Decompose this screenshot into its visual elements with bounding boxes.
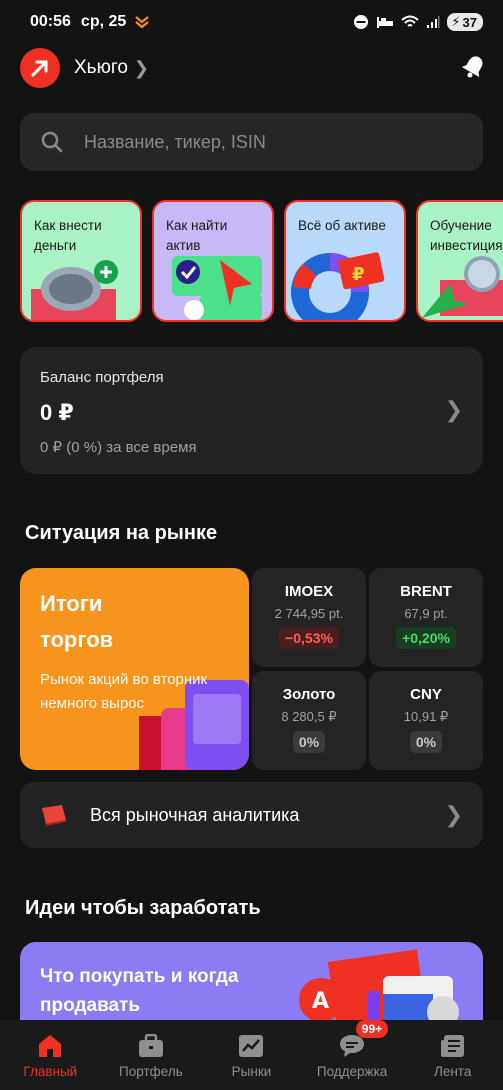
nav-label: Лента xyxy=(433,1064,472,1079)
ticker-value: 10,91 ₽ xyxy=(403,709,449,724)
support-badge: 99+ xyxy=(355,1020,389,1038)
nav-support[interactable]: 99+ Поддержка xyxy=(302,1020,403,1090)
dnd-icon xyxy=(354,15,369,29)
ticker-tile-gold[interactable]: Золото 8 280,5 ₽ 0% xyxy=(252,671,366,770)
story-label: Обучение инвестиция xyxy=(430,218,503,253)
balance-change: 0 ₽ (0 %) за все время xyxy=(40,439,197,456)
ruble-donut-illustration: ₽ xyxy=(291,252,385,320)
battery-charging-icon: ⚡ xyxy=(451,14,461,29)
briefcase-icon xyxy=(138,1034,163,1057)
ticker-value: 8 280,5 ₽ xyxy=(281,709,337,724)
wifi-icon xyxy=(401,15,420,27)
story-how-to-deposit[interactable]: Как внести деньги xyxy=(20,200,142,322)
sleep-icon xyxy=(377,17,394,28)
ticker-name: IMOEX xyxy=(284,583,334,600)
ticker-change: −0,53% xyxy=(279,627,339,649)
nav-label: Портфель xyxy=(119,1064,183,1079)
balance-title: Баланс портфеля xyxy=(40,369,164,386)
ticker-tile-imoex[interactable]: IMOEX 2 744,95 pt. −0,53% xyxy=(252,568,366,667)
story-label: Как найти актив xyxy=(166,218,228,253)
svg-text:A: A xyxy=(312,989,329,1014)
ticker-name: CNY xyxy=(410,686,442,703)
ticker-tile-cny[interactable]: CNY 10,91 ₽ 0% xyxy=(369,671,483,770)
bottom-navigation: Главный Портфель Рынки 99+ Поддержка Лен… xyxy=(0,1020,503,1090)
stories-carousel: Как внести деньги Как найти актив Всё об… xyxy=(20,200,503,324)
market-analytics-link[interactable]: Вся рыночная аналитика ❯ xyxy=(20,782,483,848)
piggy-bank-illustration xyxy=(31,260,118,320)
chat-icon xyxy=(340,1035,365,1057)
battery-level: 37 xyxy=(462,14,477,30)
ticker-value: 2 744,95 pt. xyxy=(274,606,344,621)
profile-logo[interactable] xyxy=(20,48,60,88)
notification-icon xyxy=(135,16,150,29)
story-how-to-find-asset[interactable]: Как найти актив xyxy=(152,200,274,322)
search-icon xyxy=(41,131,63,153)
notifications-button[interactable] xyxy=(461,53,487,84)
battery-indicator: ⚡ 37 xyxy=(447,13,483,31)
status-bar: 00:56 ср, 25 ⚡ 37 xyxy=(0,0,503,44)
story-about-asset[interactable]: Всё об активе ₽ xyxy=(284,200,406,322)
chart-icon xyxy=(239,1035,264,1057)
portfolio-balance-card[interactable]: Баланс портфеля 0 ₽ 0 ₽ (0 %) за все вре… xyxy=(20,347,483,474)
nav-label: Поддержка xyxy=(316,1064,388,1079)
ticker-name: Золото xyxy=(282,686,336,703)
signal-icon xyxy=(427,16,440,28)
search-bar[interactable] xyxy=(20,113,483,171)
search-input[interactable] xyxy=(84,131,444,153)
book-icon xyxy=(42,805,66,826)
ticker-change: 0% xyxy=(409,731,443,753)
chevron-right-icon[interactable]: ❯ xyxy=(134,58,149,79)
ticker-tile-brent[interactable]: BRENT 67,9 pt. +0,20% xyxy=(369,568,483,667)
home-icon xyxy=(39,1035,62,1057)
story-label: Всё об активе xyxy=(298,218,386,233)
ticker-name: BRENT xyxy=(400,583,452,600)
analytics-label: Вся рыночная аналитика xyxy=(90,804,300,825)
ticker-value: 67,9 pt. xyxy=(404,606,448,621)
magnifier-pointer-illustration xyxy=(422,256,503,318)
balance-value: 0 ₽ xyxy=(40,400,74,425)
svg-text:₽: ₽ xyxy=(352,264,365,285)
market-section-title: Ситуация на рынке xyxy=(25,522,218,544)
username[interactable]: Хьюго xyxy=(74,57,128,79)
nav-portfolio[interactable]: Портфель xyxy=(101,1020,202,1090)
summary-title: Итоги торгов xyxy=(40,591,114,652)
status-time: 00:56 xyxy=(30,13,71,30)
story-investment-education[interactable]: Обучение инвестиция xyxy=(416,200,503,322)
ticker-change: 0% xyxy=(292,731,326,753)
nav-markets[interactable]: Рынки xyxy=(201,1020,302,1090)
idea-card-label: Что покупать и когда продавать xyxy=(40,966,239,1016)
nav-label: Главный xyxy=(23,1064,78,1079)
nav-main[interactable]: Главный xyxy=(0,1020,101,1090)
ticker-change: +0,20% xyxy=(396,627,456,649)
feed-icon xyxy=(440,1035,464,1057)
header: Хьюго ❯ xyxy=(20,48,487,88)
check-pointer-illustration xyxy=(172,256,262,320)
chevron-right-icon: ❯ xyxy=(444,802,463,827)
nav-label: Рынки xyxy=(231,1064,272,1079)
bell-icon xyxy=(461,55,483,77)
story-label: Как внести деньги xyxy=(34,218,102,253)
status-date: ср, 25 xyxy=(80,13,127,30)
nav-feed[interactable]: Лента xyxy=(402,1020,503,1090)
chevron-right-icon: ❯ xyxy=(444,397,463,422)
arrow-up-right-icon xyxy=(31,60,48,77)
trading-summary-card[interactable]: Итоги торгов Рынок акций во вторник немн… xyxy=(20,568,249,770)
summary-description: Рынок акций во вторник немного вырос xyxy=(40,671,208,712)
ideas-section-title: Идеи чтобы заработать xyxy=(25,897,261,919)
